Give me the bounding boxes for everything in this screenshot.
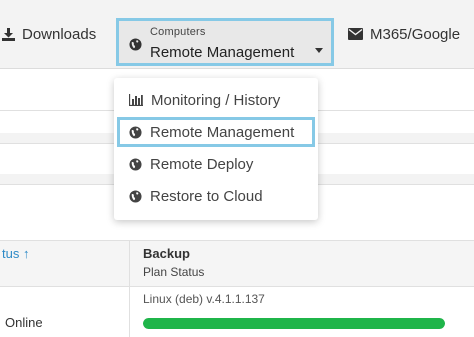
- progress-fill: [143, 318, 445, 329]
- menu-item-monitoring-history[interactable]: Monitoring / History: [117, 85, 315, 115]
- menu-item-label: Remote Management: [150, 123, 295, 141]
- menu-item-label: Remote Deploy: [150, 155, 254, 173]
- caret-down-icon: [315, 40, 323, 58]
- globe-icon: [129, 157, 142, 171]
- status-column-header[interactable]: tus ↑: [2, 246, 29, 261]
- downloads-nav-item[interactable]: Downloads: [2, 0, 96, 68]
- table-header: [0, 240, 474, 287]
- globe-icon: [129, 38, 142, 56]
- version-cell: Linux (deb) v.4.1.1.137: [143, 292, 265, 306]
- status-cell: Online: [5, 315, 43, 330]
- backup-progress-bar: [143, 318, 445, 329]
- menu-item-remote-management[interactable]: Remote Management: [117, 117, 315, 147]
- computers-selected-value: Remote Management: [150, 44, 295, 61]
- download-icon: [2, 27, 15, 41]
- envelope-icon: [348, 28, 363, 40]
- plan-status-subheader: Plan Status: [143, 265, 205, 279]
- bar-chart-icon: [129, 94, 143, 106]
- computers-dropdown[interactable]: Computers Remote Management: [116, 18, 334, 66]
- m365-google-label: M365/Google: [370, 25, 461, 43]
- m365-google-nav-item[interactable]: M365/Google: [348, 0, 460, 68]
- backup-column-header: Backup: [143, 246, 190, 261]
- globe-icon: [129, 125, 142, 139]
- menu-item-label: Monitoring / History: [151, 91, 281, 109]
- computers-dropdown-menu: Monitoring / History Remote Management R…: [114, 78, 318, 220]
- column-separator: [129, 240, 130, 337]
- menu-item-restore-to-cloud[interactable]: Restore to Cloud: [117, 181, 315, 211]
- menu-item-label: Restore to Cloud: [150, 187, 263, 205]
- menu-item-remote-deploy[interactable]: Remote Deploy: [117, 149, 315, 179]
- globe-icon: [129, 189, 142, 203]
- computers-label: Computers: [150, 26, 206, 38]
- downloads-label: Downloads: [22, 25, 97, 43]
